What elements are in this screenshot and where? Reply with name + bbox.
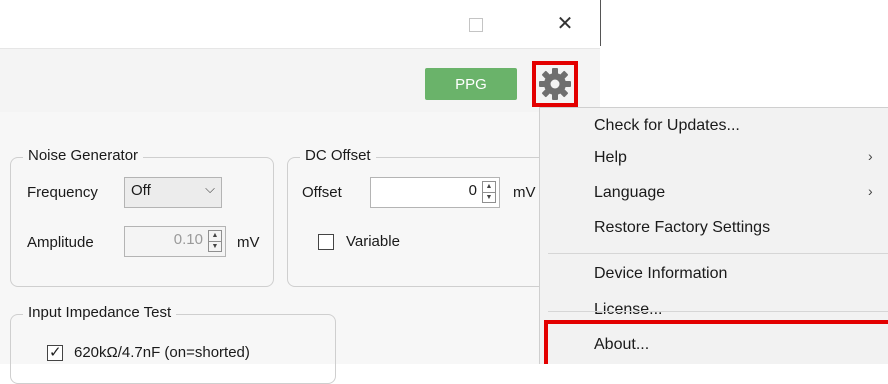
offset-spinbox[interactable]: 0 ▲ ▼	[370, 177, 500, 208]
offset-value: 0	[468, 182, 477, 199]
amplitude-label: Amplitude	[27, 234, 94, 251]
variable-label: Variable	[346, 233, 400, 250]
chevron-down-icon: ⌵	[205, 181, 215, 196]
frequency-value: Off	[131, 182, 151, 199]
gear-icon	[539, 68, 571, 100]
ppg-button[interactable]: PPG	[425, 68, 517, 100]
amplitude-unit: mV	[237, 234, 260, 251]
help-submenu-arrow: ›	[868, 148, 873, 164]
offset-stepper[interactable]: ▲ ▼	[482, 181, 496, 203]
menu-item-restore-factory[interactable]: Restore Factory Settings	[594, 219, 770, 237]
amplitude-stepper[interactable]: ▲ ▼	[208, 230, 222, 252]
impedance-label: 620kΩ/4.7nF (on=shorted)	[74, 344, 250, 361]
menu-item-help[interactable]: Help	[594, 149, 627, 167]
menu-item-device-info[interactable]: Device Information	[594, 265, 727, 283]
settings-button[interactable]	[532, 61, 578, 107]
group-title: DC Offset	[300, 147, 376, 164]
group-title: Input Impedance Test	[23, 304, 177, 321]
offset-label: Offset	[302, 184, 342, 201]
group-title: Noise Generator	[23, 147, 144, 164]
menu-item-check-updates[interactable]: Check for Updates...	[594, 117, 740, 135]
menu-separator	[548, 311, 888, 312]
language-submenu-arrow: ›	[868, 183, 873, 199]
menu-item-license[interactable]: License...	[594, 301, 662, 319]
offset-unit: mV	[513, 184, 536, 201]
close-icon[interactable]: ✕	[553, 12, 577, 36]
frequency-label: Frequency	[27, 184, 98, 201]
variable-checkbox[interactable]	[318, 234, 334, 250]
menu-item-language[interactable]: Language	[594, 184, 665, 202]
title-bar	[0, 0, 600, 48]
about-highlight-box	[544, 320, 888, 364]
frequency-select[interactable]: Off ⌵	[124, 177, 222, 208]
window-edge	[600, 0, 601, 46]
maximize-icon[interactable]	[469, 18, 483, 32]
amplitude-spinbox[interactable]: 0.10 ▲ ▼	[124, 226, 226, 257]
impedance-checkbox[interactable]	[47, 343, 63, 361]
menu-separator	[548, 253, 888, 254]
amplitude-value: 0.10	[173, 231, 203, 248]
